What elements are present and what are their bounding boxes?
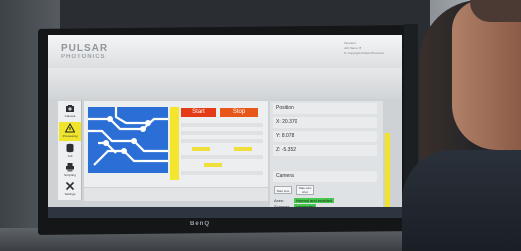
stop-button[interactable]: Stop: [220, 108, 258, 117]
printer-icon: [66, 163, 74, 172]
parameter-row[interactable]: [181, 139, 263, 143]
sidebar-item-job[interactable]: Job: [59, 142, 81, 161]
x-position-field[interactable]: X: 20.370: [273, 117, 377, 128]
header-info-operator: Operator: [344, 41, 356, 45]
start-button[interactable]: Start: [181, 108, 216, 117]
status-bar: [84, 201, 268, 206]
position-title: Position: [276, 105, 294, 111]
parameter-row[interactable]: [181, 171, 263, 175]
sidebar-item-camera[interactable]: Camera: [59, 102, 81, 121]
warning-icon: [65, 123, 75, 133]
z-position-value: Z: -5.352: [276, 147, 297, 153]
sidebar-item-processing[interactable]: Processing: [59, 122, 81, 141]
camera-icon: [66, 105, 74, 112]
parameter-row[interactable]: [181, 123, 263, 127]
header-info-job: Job Name: B: [344, 46, 362, 50]
parameter-toggle[interactable]: [192, 147, 210, 151]
parameter-row[interactable]: [181, 155, 263, 159]
parameter-toggle[interactable]: [234, 147, 252, 151]
y-position-field[interactable]: Y: 8.078: [273, 131, 377, 142]
company-logo-name: PULSAR: [61, 43, 109, 54]
sidebar-item-label: Processing: [62, 134, 78, 138]
sidebar: Camera Processing Job Scripting Settings: [58, 101, 82, 200]
parameter-row[interactable]: [181, 131, 263, 135]
app-header: PULSAR PHOTONICS Operator Job Name: B S:…: [48, 35, 402, 68]
sidebar-item-scripting[interactable]: Scripting: [59, 161, 81, 180]
monitor-screen: PULSAR PHOTONICS Operator Job Name: B S:…: [48, 35, 402, 218]
os-taskbar: [48, 207, 402, 218]
start-live-button[interactable]: Start Live: [274, 186, 292, 194]
tool-strip[interactable]: [170, 107, 179, 180]
sidebar-item-label: Camera: [64, 114, 76, 118]
database-icon: [66, 143, 74, 153]
position-header: Position: [273, 103, 377, 114]
toolbar-band: [48, 68, 402, 99]
parameter-toggle[interactable]: [204, 163, 222, 167]
pcb-traces-graphic: [88, 107, 168, 166]
axes-label: Axes:: [274, 198, 285, 203]
z-position-field[interactable]: Z: -5.352: [273, 145, 377, 156]
camera-title: Camera: [276, 173, 294, 179]
axes-status-badge: Homed and enabled: [294, 198, 335, 203]
sidebar-item-settings[interactable]: Settings: [59, 180, 81, 199]
company-logo-subtitle: PHOTONICS: [61, 54, 106, 60]
x-position-value: X: 20.370: [276, 119, 298, 125]
position-panel: Position X: 20.370 Y: 8.078 Z: -5.352 Ca…: [270, 101, 383, 218]
take-shot-button[interactable]: Take cam shot: [296, 185, 314, 195]
person-face: [452, 0, 521, 150]
take-shot-label: Take cam shot: [298, 186, 312, 194]
sidebar-item-label: Job: [67, 154, 73, 158]
person-shoulder: [402, 150, 521, 251]
processing-panel: Start Stop: [84, 101, 268, 187]
job-timeline[interactable]: [84, 188, 268, 201]
pcb-layout-preview[interactable]: [88, 107, 168, 173]
tools-icon: [65, 181, 75, 191]
monitor-brand-logo: BenQ: [190, 221, 211, 227]
y-position-value: Y: 8.078: [276, 133, 295, 139]
camera-header: Camera: [273, 171, 377, 182]
panel-scroll-strip[interactable]: [385, 133, 390, 218]
sidebar-item-label: Settings: [64, 192, 76, 196]
sidebar-item-label: Scripting: [64, 173, 76, 177]
header-info-copyright: S: Copyright Pulsar Photonics: [344, 51, 384, 55]
